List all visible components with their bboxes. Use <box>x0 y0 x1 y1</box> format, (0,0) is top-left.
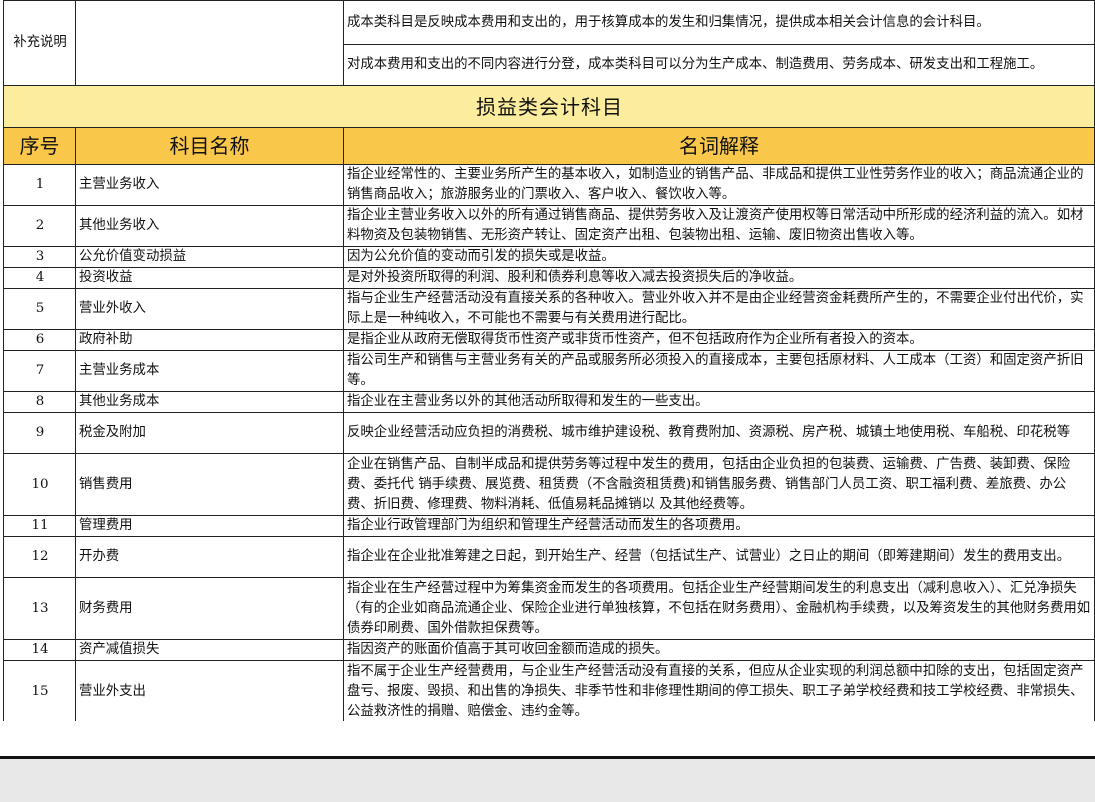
account-name-cell[interactable]: 公允价值变动损益 <box>75 246 344 268</box>
account-name-cell[interactable]: 财务费用 <box>75 577 344 640</box>
section-title[interactable]: 损益类会计科目 <box>3 85 1095 128</box>
account-number-cell[interactable]: 1 <box>3 164 76 206</box>
account-desc-cell[interactable]: 指因资产的账面价值高于其可收回金额而造成的损失。 <box>343 639 1095 661</box>
table-row: 5 营业外收入 指与企业生产经营活动没有直接关系的各种收入。营业外收入并不是由企业经… <box>3 288 1095 330</box>
section-title-row: 损益类会计科目 <box>3 85 1095 128</box>
table-row: 15 营业外支出 指不属于企业生产经营费用，与企业生产经营活动没有直接的关系，但应从… <box>3 660 1095 723</box>
column-header-row: 序号 科目名称 名词解释 <box>3 127 1095 165</box>
account-name-cell[interactable]: 资产减值损失 <box>75 639 344 661</box>
account-name-cell[interactable]: 税金及附加 <box>75 412 344 454</box>
account-desc-cell[interactable]: 企业在销售产品、自制半成品和提供劳务等过程中发生的费用，包括由企业负担的包装费、… <box>343 453 1095 516</box>
table-row: 12 开办费 指企业在企业批准筹建之日起，到开始生产、经营（包括试生产、试营业）之日… <box>3 536 1095 578</box>
account-name-cell[interactable]: 投资收益 <box>75 267 344 289</box>
table-row: 2 其他业务收入 指企业主营业务收入以外的所有通过销售商品、提供劳务收入及让渡资产使… <box>3 205 1095 247</box>
table-row: 9 税金及附加 反映企业经营活动应负担的消费税、城市维护建设税、教育费附加、资源税、… <box>3 412 1095 454</box>
account-desc-cell[interactable]: 是指企业从政府无偿取得货币性资产或非货币性资产，但不包括政府作为企业所有者投入的… <box>343 329 1095 351</box>
table-row: 14 资产减值损失 指因资产的账面价值高于其可收回金额而造成的损失。 <box>3 639 1095 661</box>
supplement-text-cell[interactable]: 对成本费用和支出的不同内容进行分登，成本类科目可以分为生产成本、制造费用、劳务成… <box>343 44 1095 86</box>
column-header-name[interactable]: 科目名称 <box>75 127 344 165</box>
account-desc-cell[interactable]: 指企业主营业务收入以外的所有通过销售商品、提供劳务收入及让渡资产使用权等日常活动… <box>343 205 1095 247</box>
table-row: 3 公允价值变动损益 因为公允价值的变动而引发的损失或是收益。 <box>3 246 1095 268</box>
supplement-text-cell[interactable]: 成本类科目是反映成本费用和支出的，用于核算成本的发生和归集情况，提供成本相关会计… <box>343 0 1095 45</box>
table-row: 6 政府补助 是指企业从政府无偿取得货币性资产或非货币性资产，但不包括政府作为企业所… <box>3 329 1095 351</box>
account-number-cell[interactable]: 2 <box>3 205 76 247</box>
account-desc-cell[interactable]: 指不属于企业生产经营费用，与企业生产经营活动没有直接的关系，但应从企业实现的利润… <box>343 660 1095 723</box>
accounts-table: 补充说明 成本类科目是反映成本费用和支出的，用于核算成本的发生和归集情况，提供成… <box>3 0 1095 723</box>
account-desc-cell[interactable]: 是对外投资所取得的利润、股利和债券利息等收入减去投资损失后的净收益。 <box>343 267 1095 289</box>
sheet-empty-area <box>0 721 1095 756</box>
account-number-cell[interactable]: 15 <box>3 660 76 723</box>
table-row: 11 管理费用 指企业行政管理部门为组织和管理生产经营活动而发生的各项费用。 <box>3 515 1095 537</box>
supplement-row: 补充说明 成本类科目是反映成本费用和支出的，用于核算成本的发生和归集情况，提供成… <box>3 0 1095 86</box>
account-name-cell[interactable]: 管理费用 <box>75 515 344 537</box>
account-number-cell[interactable]: 14 <box>3 639 76 661</box>
account-name-cell[interactable]: 销售费用 <box>75 453 344 516</box>
account-desc-cell[interactable]: 指企业在生产经营过程中为筹集资金而发生的各项费用。包括企业生产经营期间发生的利息… <box>343 577 1095 640</box>
account-name-cell[interactable]: 营业外支出 <box>75 660 344 723</box>
table-row: 8 其他业务成本 指企业在主营业务以外的其他活动所取得和发生的一些支出。 <box>3 391 1095 413</box>
account-name-cell[interactable]: 其他业务成本 <box>75 391 344 413</box>
account-desc-cell[interactable]: 指企业在主营业务以外的其他活动所取得和发生的一些支出。 <box>343 391 1095 413</box>
account-number-cell[interactable]: 12 <box>3 536 76 578</box>
account-number-cell[interactable]: 4 <box>3 267 76 289</box>
account-name-cell[interactable]: 开办费 <box>75 536 344 578</box>
account-desc-cell[interactable]: 指公司生产和销售与主营业务有关的产品或服务所必须投入的直接成本，主要包括原材料、… <box>343 350 1095 392</box>
account-name-cell[interactable]: 主营业务收入 <box>75 164 344 206</box>
bottom-gray-area <box>0 759 1095 802</box>
supplement-label[interactable]: 补充说明 <box>3 0 76 86</box>
account-desc-cell[interactable]: 指企业经常性的、主要业务所产生的基本收入，如制造业的销售产品、非成品和提供工业性… <box>343 164 1095 206</box>
table-row: 10 销售费用 企业在销售产品、自制半成品和提供劳务等过程中发生的费用，包括由企业负… <box>3 453 1095 516</box>
account-desc-cell[interactable]: 指企业行政管理部门为组织和管理生产经营活动而发生的各项费用。 <box>343 515 1095 537</box>
account-name-cell[interactable]: 政府补助 <box>75 329 344 351</box>
account-name-cell[interactable]: 主营业务成本 <box>75 350 344 392</box>
account-number-cell[interactable]: 5 <box>3 288 76 330</box>
account-number-cell[interactable]: 10 <box>3 453 76 516</box>
table-row: 1 主营业务收入 指企业经常性的、主要业务所产生的基本收入，如制造业的销售产品、非成… <box>3 164 1095 206</box>
account-number-cell[interactable]: 13 <box>3 577 76 640</box>
table-row: 13 财务费用 指企业在生产经营过程中为筹集资金而发生的各项费用。包括企业生产经营期… <box>3 577 1095 640</box>
account-desc-cell[interactable]: 指与企业生产经营活动没有直接关系的各种收入。营业外收入并不是由企业经营资金耗费所… <box>343 288 1095 330</box>
account-number-cell[interactable]: 11 <box>3 515 76 537</box>
supplement-name-cell[interactable] <box>75 0 344 86</box>
account-desc-cell[interactable]: 反映企业经营活动应负担的消费税、城市维护建设税、教育费附加、资源税、房产税、城镇… <box>343 412 1095 454</box>
account-number-cell[interactable]: 8 <box>3 391 76 413</box>
account-number-cell[interactable]: 6 <box>3 329 76 351</box>
account-name-cell[interactable]: 营业外收入 <box>75 288 344 330</box>
account-number-cell[interactable]: 9 <box>3 412 76 454</box>
account-desc-cell[interactable]: 指企业在企业批准筹建之日起，到开始生产、经营（包括试生产、试营业）之日止的期间（… <box>343 536 1095 578</box>
account-name-cell[interactable]: 其他业务收入 <box>75 205 344 247</box>
column-header-desc[interactable]: 名词解释 <box>343 127 1095 165</box>
table-row: 7 主营业务成本 指公司生产和销售与主营业务有关的产品或服务所必须投入的直接成本，主… <box>3 350 1095 392</box>
table-row: 4 投资收益 是对外投资所取得的利润、股利和债券利息等收入减去投资损失后的净收益。 <box>3 267 1095 289</box>
account-number-cell[interactable]: 3 <box>3 246 76 268</box>
column-header-index[interactable]: 序号 <box>3 127 76 165</box>
account-number-cell[interactable]: 7 <box>3 350 76 392</box>
account-desc-cell[interactable]: 因为公允价值的变动而引发的损失或是收益。 <box>343 246 1095 268</box>
